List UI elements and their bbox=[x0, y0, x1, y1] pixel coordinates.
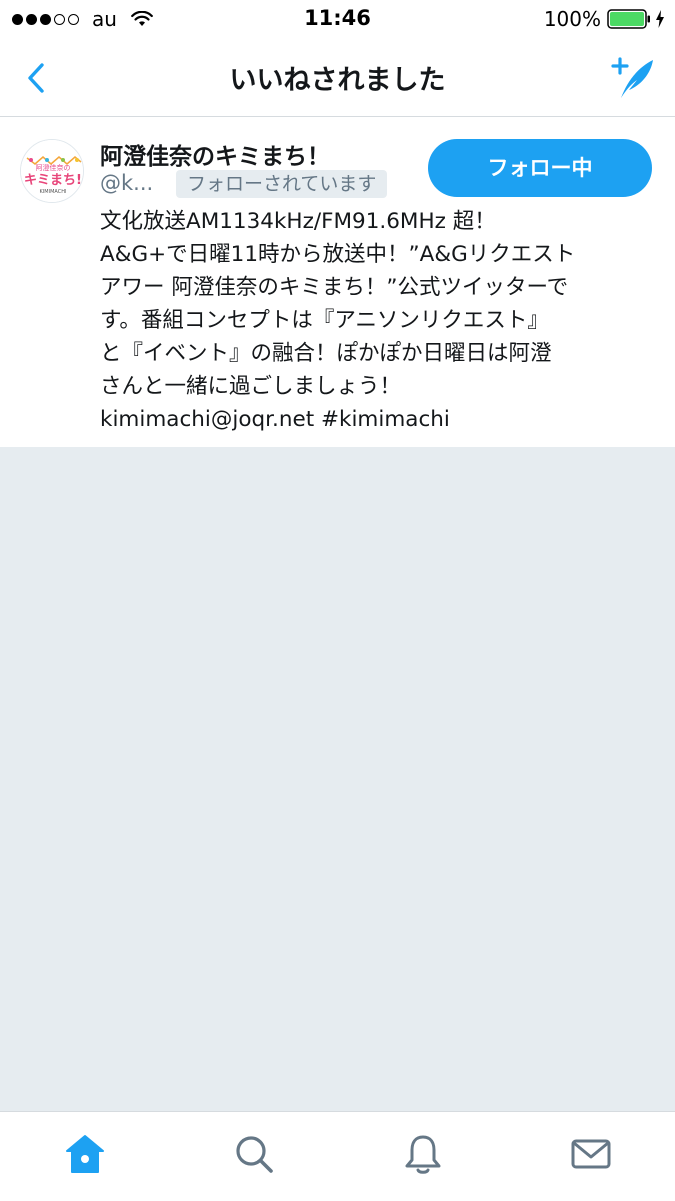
tab-notifications[interactable] bbox=[401, 1132, 445, 1176]
bio-line[interactable]: kimimachi@joqr.net #kimimachi bbox=[100, 403, 656, 436]
search-icon bbox=[236, 1136, 273, 1173]
following-button[interactable]: フォロー中 bbox=[428, 139, 652, 197]
home-icon bbox=[66, 1135, 104, 1173]
follows-you-badge: フォローされています bbox=[176, 170, 388, 198]
compose-tweet-button[interactable] bbox=[607, 52, 657, 102]
charging-bolt-icon bbox=[656, 10, 664, 28]
tab-search[interactable] bbox=[232, 1132, 276, 1176]
bell-icon bbox=[405, 1135, 441, 1174]
display-name[interactable]: 阿澄佳奈のキミまち！ bbox=[100, 137, 330, 171]
nav-bar: いいねされました bbox=[0, 40, 675, 117]
screen-name: @k... bbox=[100, 171, 154, 195]
avatar[interactable]: 阿澄佳奈の キミまち! KIMIMACHI bbox=[20, 139, 84, 203]
bio-line: A&G+で日曜11時から放送中！”A&Gリクエスト bbox=[100, 242, 576, 267]
bio-line: アワー 阿澄佳奈のキミまち！”公式ツイッターで bbox=[100, 275, 569, 300]
bio-line: さんと一緒に過ごしましょう！ bbox=[100, 374, 402, 399]
tab-home[interactable] bbox=[63, 1132, 107, 1176]
bio-line: と『イベント』の融合！ぽかぽか日曜日は阿澄 bbox=[100, 341, 552, 366]
compose-tweet-icon bbox=[611, 57, 653, 98]
status-bar: au 11:46 100% bbox=[0, 0, 675, 40]
tab-messages[interactable] bbox=[569, 1132, 613, 1176]
battery-percent: 100% bbox=[543, 7, 601, 31]
avatar-top-text: 阿澄佳奈の bbox=[36, 163, 71, 172]
tab-bar bbox=[0, 1111, 675, 1201]
status-right: 100% bbox=[544, 7, 665, 31]
user-bio: 文化放送AM1134kHz/FM91.6MHz 超！ A&G+で日曜11時から放… bbox=[100, 205, 656, 436]
envelope-icon bbox=[571, 1139, 611, 1169]
page-title: いいねされました bbox=[229, 65, 446, 96]
avatar-logo: 阿澄佳奈の キミまち! KIMIMACHI bbox=[21, 140, 83, 202]
avatar-subtitle-text: KIMIMACHI bbox=[40, 189, 67, 195]
bio-line: す。番組コンセプトは『アニソンリクエスト』 bbox=[100, 308, 549, 333]
bio-line: 文化放送AM1134kHz/FM91.6MHz 超！ bbox=[100, 209, 496, 234]
avatar-title-text: キミまち! bbox=[24, 173, 82, 188]
user-cell[interactable]: 阿澄佳奈の キミまち! KIMIMACHI 阿澄佳奈のキミまち！ @k... フ… bbox=[0, 117, 675, 447]
battery-icon bbox=[607, 9, 650, 29]
